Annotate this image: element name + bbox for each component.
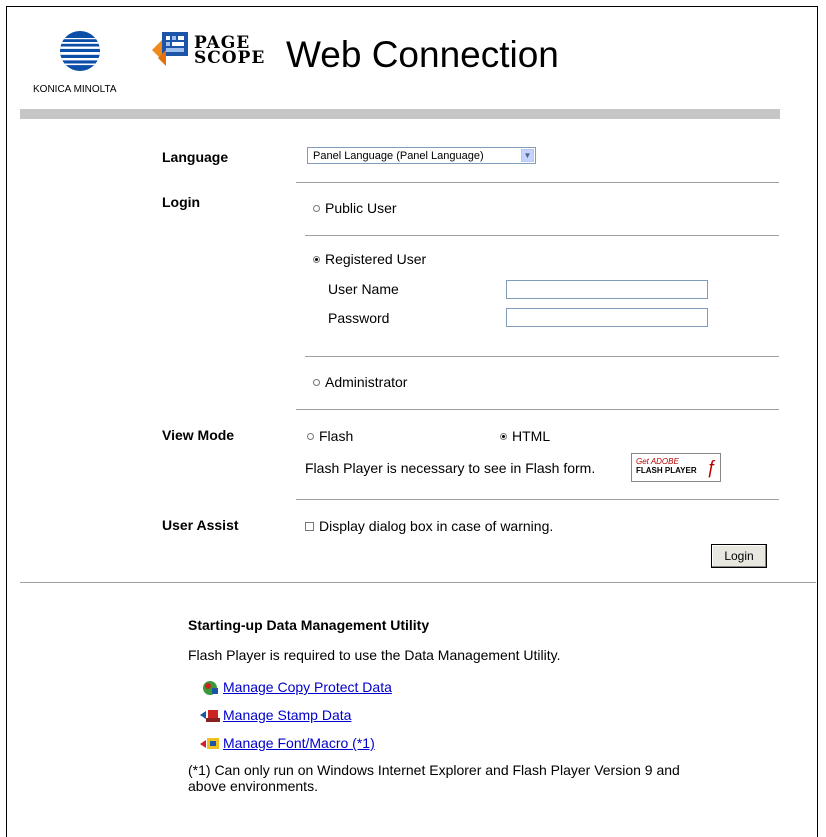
administrator-label: Administrator [325,374,408,390]
language-select-value: Panel Language (Panel Language) [313,150,484,162]
language-select[interactable]: Panel Language (Panel Language) ▼ [307,147,536,164]
divider [296,499,779,500]
stamp-icon [200,710,220,723]
flash-option[interactable]: Flash [307,428,353,444]
registered-user-option[interactable]: Registered User [313,251,426,267]
footnote-line-1: (*1) Can only run on Windows Internet Ex… [188,762,680,778]
header-divider-bar [20,109,780,119]
warning-dialog-label: Display dialog box in case of warning. [319,518,554,534]
manage-font-macro-link[interactable]: Manage Font/Macro (*1) [223,735,375,751]
manage-stamp-link[interactable]: Manage Stamp Data [223,707,351,723]
page-frame [6,6,818,837]
pagescope-word-scope: SCOPE [194,48,266,68]
font-macro-icon [200,738,219,750]
public-user-option[interactable]: Public User [313,200,397,216]
flash-note: Flash Player is necessary to see in Flas… [305,460,596,476]
footnote: (*1) Can only run on Windows Internet Ex… [188,762,680,794]
html-label: HTML [512,428,551,444]
html-radio[interactable] [500,432,507,440]
password-input[interactable] [506,308,708,327]
password-label: Password [328,310,390,326]
public-user-label: Public User [325,200,397,216]
language-label: Language [162,149,229,165]
link-row-copy-protect[interactable]: Manage Copy Protect Data [203,679,392,697]
brand-name: KONICA MINOLTA [33,84,117,95]
link-row-font-macro[interactable]: Manage Font/Macro (*1) [200,735,375,753]
data-mgmt-heading: Starting-up Data Management Utility [188,617,430,633]
divider [296,409,779,410]
pagescope-logo-icon [152,32,188,66]
chevron-down-icon[interactable]: ▼ [521,149,534,162]
view-mode-label: View Mode [162,427,235,443]
user-name-label: User Name [328,281,399,297]
link-row-stamp[interactable]: Manage Stamp Data [200,707,351,725]
administrator-radio[interactable] [313,378,320,386]
flash-radio[interactable] [307,432,314,440]
copy-protect-icon [203,681,218,696]
user-assist-label: User Assist [162,517,239,533]
login-button[interactable]: Login [711,544,767,568]
public-user-radio[interactable] [313,204,320,212]
divider [305,235,779,236]
data-mgmt-note: Flash Player is required to use the Data… [188,647,561,663]
flash-logo-icon: ƒ [705,457,716,477]
divider [296,182,779,183]
konica-minolta-logo-icon [60,31,100,71]
registered-user-label: Registered User [325,251,427,267]
user-name-input[interactable] [506,280,708,299]
login-label: Login [162,194,201,210]
page-title: Web Connection [286,34,559,75]
warning-dialog-checkbox[interactable] [305,521,314,531]
footnote-line-2: above environments. [188,778,318,794]
warning-dialog-option[interactable]: Display dialog box in case of warning. [305,518,553,534]
html-option[interactable]: HTML [500,428,550,444]
get-flash-player-link[interactable]: Get ADOBE FLASH PLAYER ƒ [631,453,721,482]
manage-copy-protect-link[interactable]: Manage Copy Protect Data [223,679,392,695]
pagescope-wordmark: PAGE SCOPE [194,35,266,68]
registered-user-radio[interactable] [313,255,320,263]
administrator-option[interactable]: Administrator [313,374,407,390]
section-divider [20,582,816,583]
flash-label: Flash [319,428,354,444]
divider [305,356,779,357]
